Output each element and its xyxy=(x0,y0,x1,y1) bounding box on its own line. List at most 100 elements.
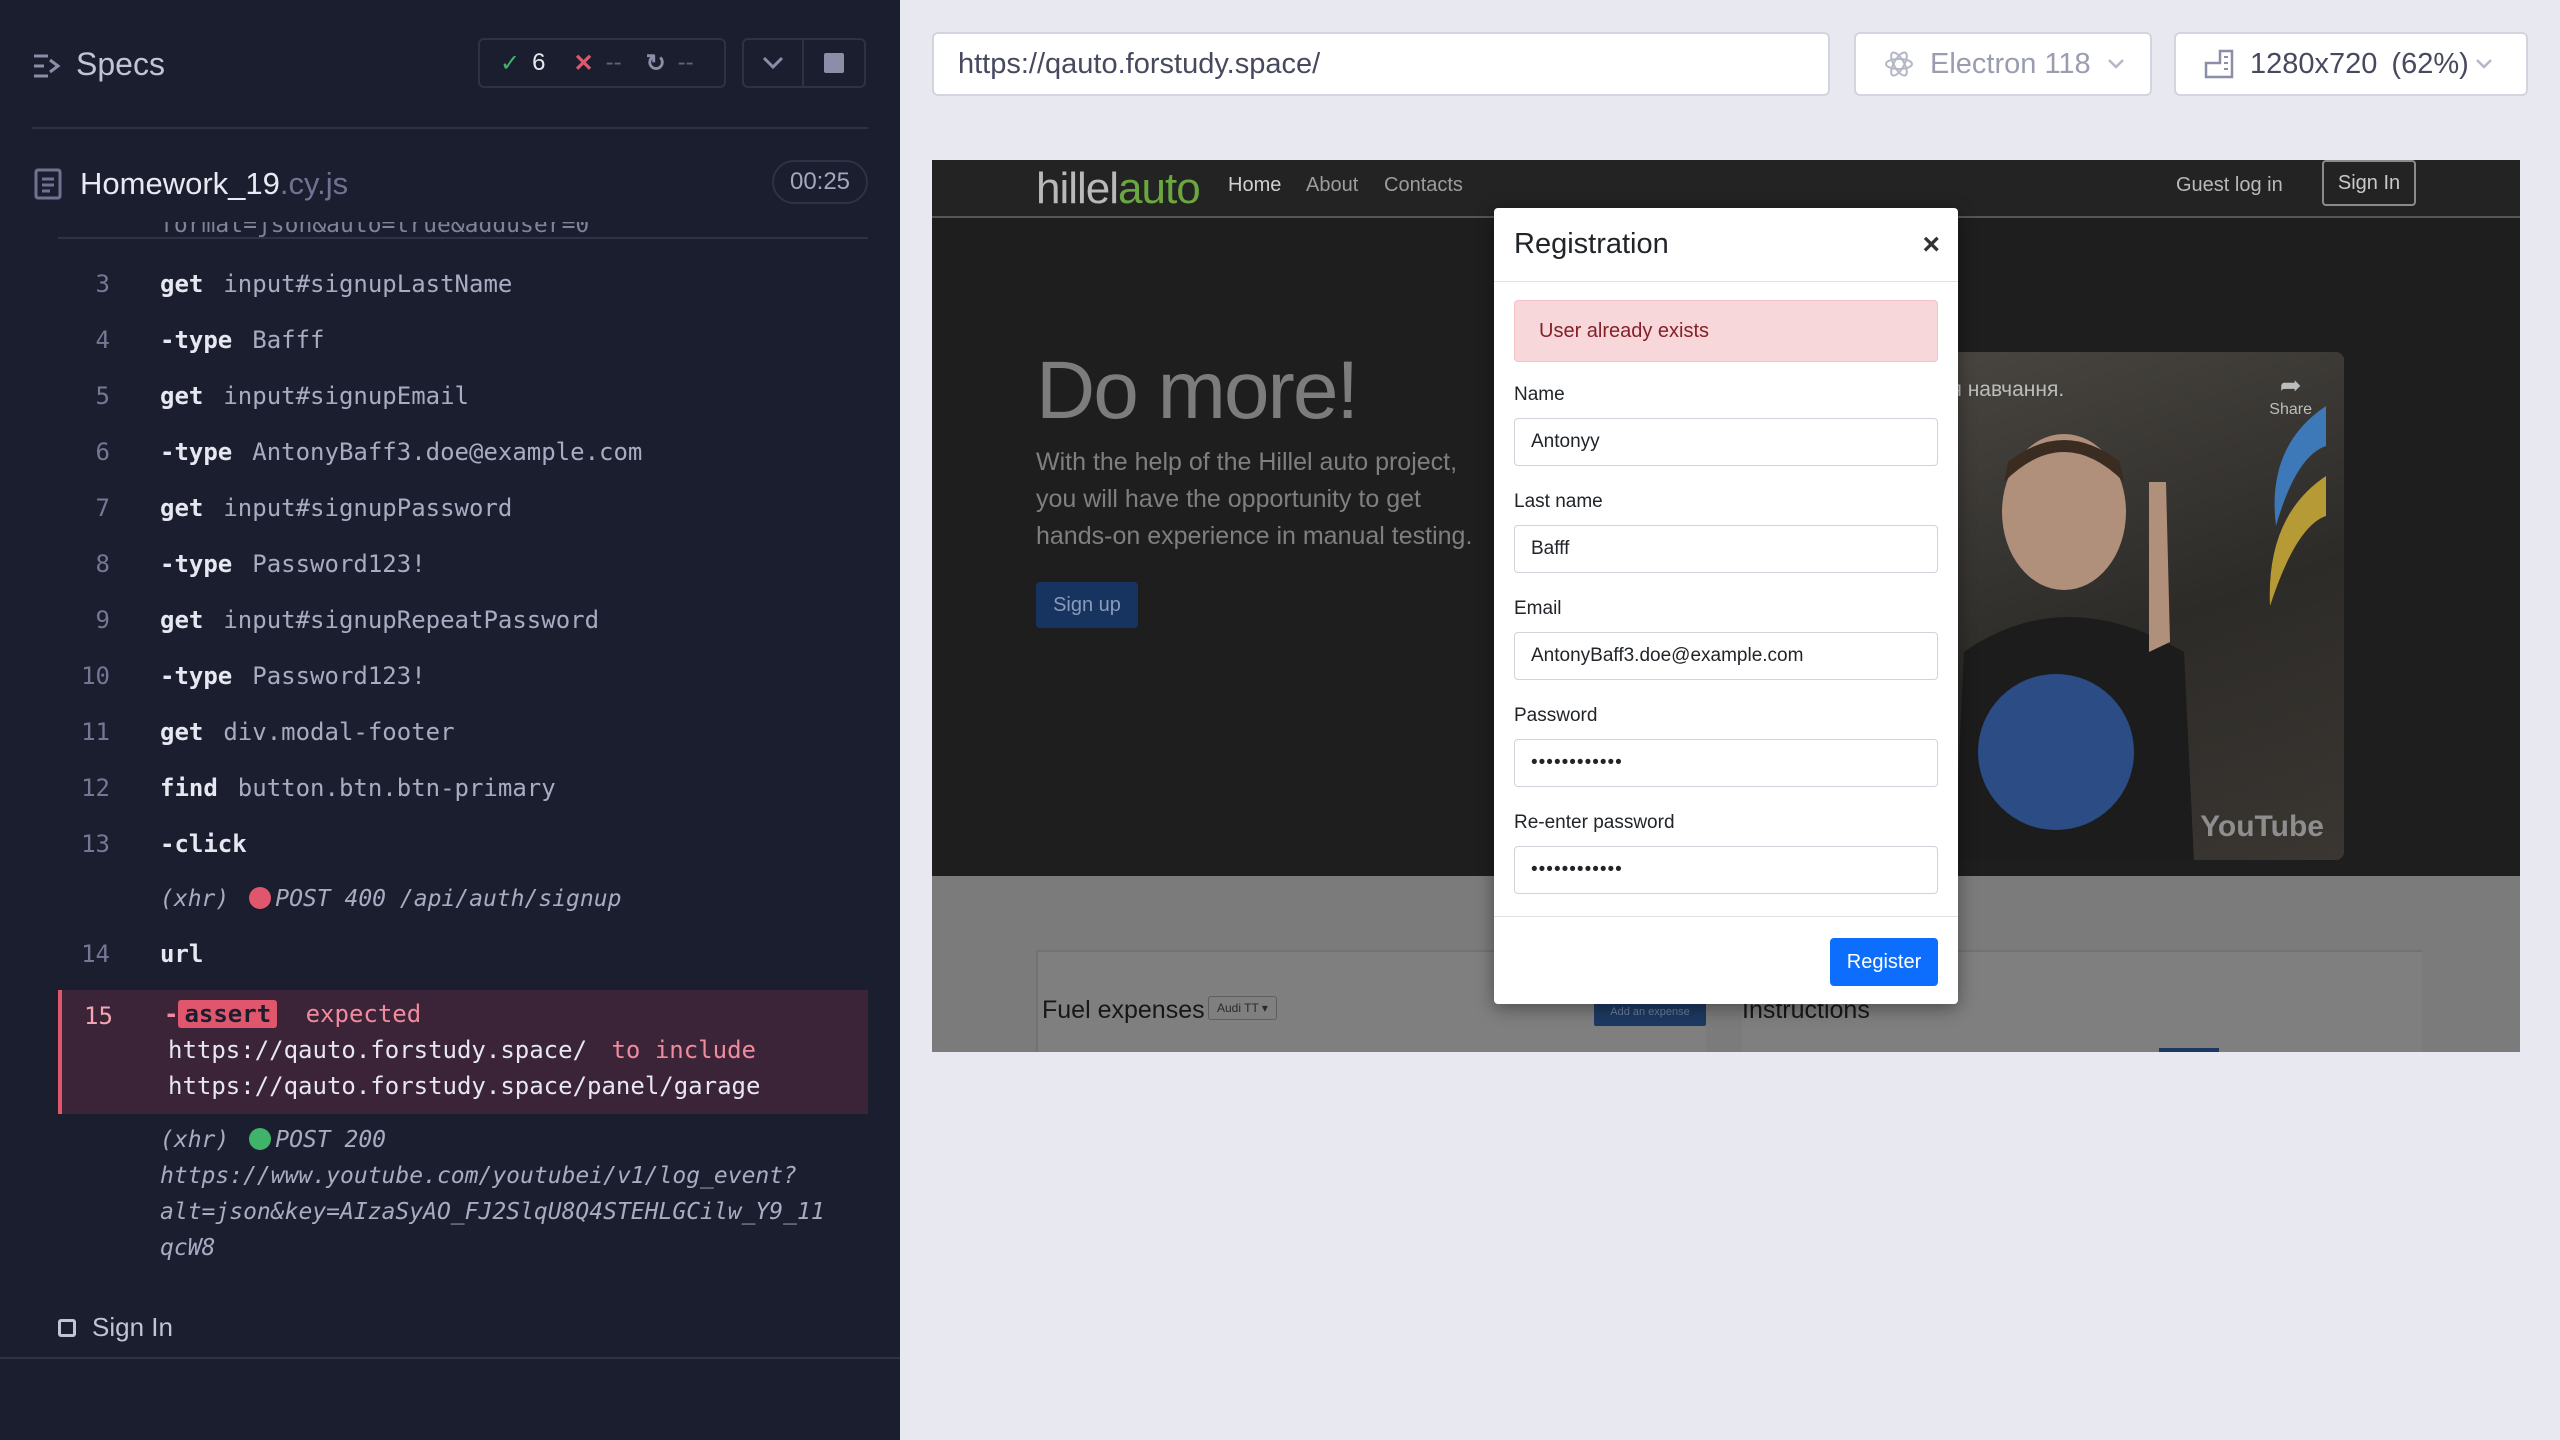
nav-home[interactable]: Home xyxy=(1228,174,1281,197)
command-name: get input#signupLastName xyxy=(160,270,512,298)
command-argument: Password123! xyxy=(252,550,426,578)
car-select[interactable]: Audi TT ▾ xyxy=(1208,996,1277,1020)
command-number: 9 xyxy=(95,606,110,634)
modal-header: Registration × xyxy=(1494,208,1958,282)
command-name: -click xyxy=(160,830,267,858)
spec-extension: .cy.js xyxy=(279,166,349,201)
command-keyword: -type xyxy=(160,662,233,690)
command-argument: input#signupPassword xyxy=(223,494,513,522)
url-bar[interactable]: https://qauto.forstudy.space/ xyxy=(932,32,1830,96)
chevron-down-icon xyxy=(2107,59,2124,69)
hero-sign-up-button[interactable]: Sign up xyxy=(1036,582,1138,628)
command-number: 5 xyxy=(95,382,110,410)
command-argument: Password123! xyxy=(252,662,426,690)
test-stats: ✓ 6 ✕ -- ↻ -- xyxy=(478,38,726,88)
assert-to-include: to include xyxy=(611,1036,756,1064)
command-log: format=json&auto=true&adduser=0 3 get inpu… xyxy=(58,222,868,1278)
passed-stat: ✓ 6 xyxy=(500,49,545,78)
command-keyword: -type xyxy=(160,550,233,578)
register-button[interactable]: Register xyxy=(1830,938,1938,986)
header-divider xyxy=(32,127,868,129)
xhr-url-line: alt=json&key=AIzaSyAO_FJ2SlqU8Q4STEHLGCi… xyxy=(160,1199,825,1225)
repeat-password-field[interactable]: •••••••••••• xyxy=(1514,846,1938,894)
viewport-size: 1280x720 xyxy=(2250,47,2378,80)
email-label: Email xyxy=(1514,598,1562,619)
command-argument: input#signupEmail xyxy=(223,382,469,410)
command-number: 6 xyxy=(95,438,110,466)
document-icon xyxy=(34,168,62,200)
command-name: -type Password123! xyxy=(160,550,426,578)
reporter-bottom-divider xyxy=(0,1357,900,1359)
assert-line-2: https://qauto.forstudy.space/ to include xyxy=(168,1036,756,1064)
command-keyword: get xyxy=(160,718,204,746)
status-dot-icon xyxy=(249,887,272,909)
command-name: get input#signupPassword xyxy=(160,494,512,522)
nav-about[interactable]: About xyxy=(1306,174,1358,197)
failed-count: -- xyxy=(605,49,622,76)
command-number: 12 xyxy=(81,774,110,802)
command-name: get input#signupRepeatPassword xyxy=(160,606,599,634)
nav-sign-in-button[interactable]: Sign In xyxy=(2322,160,2416,206)
spec-row[interactable]: Homework_19.cy.js 00:25 xyxy=(0,150,900,220)
command-number: 8 xyxy=(95,550,110,578)
command-number: 3 xyxy=(95,270,110,298)
assert-actual: https://qauto.forstudy.space/ xyxy=(168,1036,588,1064)
stop-button[interactable] xyxy=(802,38,866,88)
xhr-url-line: qcW8 xyxy=(160,1235,216,1261)
test-row-sign-in[interactable]: Sign In xyxy=(58,1312,173,1343)
test-title: Sign In xyxy=(92,1312,173,1342)
chevron-down-icon xyxy=(762,56,784,70)
passed-count: 6 xyxy=(532,49,546,76)
command-name: get input#signupEmail xyxy=(160,382,469,410)
command-keyword: -click xyxy=(160,830,247,858)
pending-icon: ↻ xyxy=(645,49,666,77)
command-number: 15 xyxy=(84,1002,113,1030)
browser-selector[interactable]: Electron 118 xyxy=(1854,32,2152,96)
assert-badge: assert xyxy=(178,1000,278,1028)
command-name: -type Password123! xyxy=(160,662,426,690)
command-argument: input#signupLastName xyxy=(223,270,513,298)
youtube-logo[interactable]: YouTube xyxy=(2200,810,2324,844)
xhr-text: POST 200 xyxy=(275,1127,387,1153)
specs-title[interactable]: Specs xyxy=(76,46,165,83)
command-keyword: -type xyxy=(160,326,233,354)
xhr-label: (xhr) xyxy=(160,1127,230,1153)
guest-login-link[interactable]: Guest log in xyxy=(2176,174,2283,197)
instructions-button[interactable] xyxy=(2159,1048,2219,1052)
stop-icon xyxy=(824,53,844,73)
command-argument: Bafff xyxy=(252,326,325,354)
hillel-auto-logo[interactable]: hillelauto xyxy=(1036,164,1201,214)
collapse-toggle-button[interactable] xyxy=(742,38,804,88)
nav-contacts[interactable]: Contacts xyxy=(1384,174,1463,197)
viewport-zoom: (62%) xyxy=(2391,47,2469,80)
viewport-selector[interactable]: 1280x720 (62%) xyxy=(2174,32,2528,96)
logo-text-accent: auto xyxy=(1118,164,1201,213)
password-field[interactable]: •••••••••••• xyxy=(1514,739,1938,787)
command-divider xyxy=(58,237,868,239)
electron-icon xyxy=(1885,51,1913,77)
xhr-request-signup[interactable]: (xhr) POST 400 /api/auth/signup xyxy=(160,886,621,912)
email-field[interactable]: AntonyBaff3.doe@example.com xyxy=(1514,632,1938,680)
command-number: 13 xyxy=(81,830,110,858)
close-icon[interactable]: × xyxy=(1922,228,1940,262)
name-field[interactable]: Antonyy xyxy=(1514,418,1938,466)
status-dot-icon xyxy=(249,1128,272,1150)
command-name: -type AntonyBaff3.doe@example.com xyxy=(160,438,642,466)
hero-text: With the help of the Hillel auto project… xyxy=(1036,448,1473,550)
logo-text: hillel xyxy=(1036,164,1119,213)
command-argument: div.modal-footer xyxy=(223,718,455,746)
command-argument: input#signupRepeatPassword xyxy=(223,606,600,634)
xhr-request-youtube[interactable]: (xhr) POST 200 https://www.youtube.com/yo… xyxy=(160,1122,825,1266)
modal-title: Registration xyxy=(1514,228,1669,260)
fuel-expenses-title: Fuel expenses xyxy=(1042,996,1205,1024)
last-name-label: Last name xyxy=(1514,491,1603,512)
command-argument: button.btn.btn-primary xyxy=(237,774,556,802)
command-number: 11 xyxy=(81,718,110,746)
name-label: Name xyxy=(1514,384,1565,405)
pending-stat: ↻ -- xyxy=(646,49,694,78)
failed-assertion[interactable]: 15 - assert expected https://qauto.forstu… xyxy=(58,990,868,1114)
last-name-field[interactable]: Bafff xyxy=(1514,525,1938,573)
specs-menu-icon[interactable] xyxy=(32,52,62,80)
assert-line-1: - assert expected xyxy=(164,1000,421,1028)
repeat-password-label: Re-enter password xyxy=(1514,812,1675,833)
